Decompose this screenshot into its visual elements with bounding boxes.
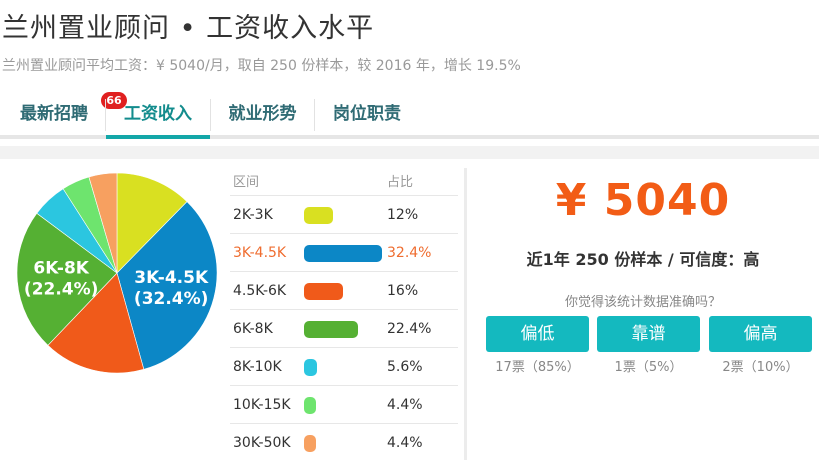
legend-row: 2K-3K 12% — [230, 196, 458, 234]
vote-accurate-button[interactable]: 靠谱 — [597, 316, 700, 352]
pie-label-percent: (22.4%) — [24, 280, 99, 300]
legend-bar — [304, 435, 316, 452]
tab-latest-jobs[interactable]: 最新招聘 66 — [16, 92, 127, 135]
legend-range: 6K-8K — [233, 321, 273, 337]
tab-label: 岗位职责 — [333, 104, 401, 124]
tab-label: 最新招聘 — [20, 104, 88, 124]
legend-row: 3K-4.5K 32.4% — [230, 234, 458, 272]
legend-range: 4.5K-6K — [233, 283, 287, 299]
legend-range: 10K-15K — [233, 397, 291, 413]
vote-accurate-count: 1票（5%） — [614, 360, 683, 375]
content-top-band — [0, 146, 819, 159]
page-title: 兰州置业顾问 • 工资收入水平 — [2, 13, 375, 44]
legend-range: 3K-4.5K — [233, 245, 287, 261]
accuracy-question: 你觉得该统计数据准确吗？ — [564, 295, 721, 310]
pie-label-range: 3K-4.5K — [134, 268, 209, 288]
vote-low-button[interactable]: 偏低 — [486, 316, 589, 352]
pie-label: 3K-4.5K (32.4%) — [134, 268, 209, 309]
legend-bar — [304, 321, 358, 338]
legend-bar — [304, 359, 317, 376]
tab-duties[interactable]: 岗位职责 — [315, 95, 419, 135]
tab-salary[interactable]: 工资收入 — [106, 95, 210, 139]
tab-label: 就业形势 — [228, 104, 297, 124]
legend-range: 30K-50K — [233, 435, 291, 451]
legend-percent: 5.6% — [387, 359, 423, 375]
page-subtitle: 兰州置业顾问平均工资：¥ 5040/月，取自 250 份样本，较 2016 年，… — [2, 58, 521, 74]
vote-high-button[interactable]: 偏高 — [709, 316, 812, 352]
sample-info: 近1年 250 份样本 / 可信度：高 — [526, 250, 760, 269]
legend-percent: 4.4% — [387, 397, 423, 413]
legend-percent: 16% — [387, 283, 419, 299]
tab-employment[interactable]: 就业形势 — [211, 95, 314, 135]
pie-svg: 3K-4.5K (32.4%) 6K-8K (22.4%) — [16, 172, 218, 374]
pie-label-range: 6K-8K — [33, 259, 89, 279]
tab-label: 工资收入 — [124, 104, 192, 124]
legend-bar — [304, 283, 343, 300]
legend-row: 10K-15K 4.4% — [230, 386, 458, 424]
legend-rows: 2K-3K 12% 3K-4.5K 32.4% 4.5K-6K 16% 6K-8K 22.4%… — [230, 196, 458, 460]
legend-bar — [304, 207, 333, 224]
vote-high-count: 2票（10%） — [722, 360, 799, 375]
legend-percent: 12% — [387, 207, 419, 223]
legend-percent: 4.4% — [387, 435, 423, 451]
legend-percent: 32.4% — [387, 245, 432, 261]
legend-row: 8K-10K 5.6% — [230, 348, 458, 386]
legend-header-range: 区间 — [233, 175, 260, 190]
legend-range: 8K-10K — [233, 359, 282, 375]
pie-label-percent: (32.4%) — [134, 289, 209, 309]
pie-label: 6K-8K (22.4%) — [24, 259, 99, 300]
legend-row: 4.5K-6K 16% — [230, 272, 458, 310]
legend-range: 2K-3K — [233, 207, 273, 223]
average-salary: ¥ 5040 — [555, 175, 731, 226]
salary-pie-chart: 3K-4.5K (32.4%) 6K-8K (22.4%) — [12, 168, 222, 378]
legend-header: 区间 占比 — [230, 168, 458, 196]
legend-row: 6K-8K 22.4% — [230, 310, 458, 348]
legend-percent: 22.4% — [387, 321, 432, 337]
salary-legend: 区间 占比 2K-3K 12% 3K-4.5K 32.4% 4.5K-6K 16% 6K-8… — [230, 168, 458, 460]
legend-bar — [304, 397, 316, 414]
legend-row: 30K-50K 4.4% — [230, 424, 458, 460]
legend-header-percent: 占比 — [387, 175, 414, 190]
vote-low-count: 17票（85%） — [495, 360, 580, 375]
legend-bar — [304, 245, 382, 262]
tab-bar: 最新招聘 66 工资收入 就业形势 岗位职责 — [0, 92, 819, 139]
